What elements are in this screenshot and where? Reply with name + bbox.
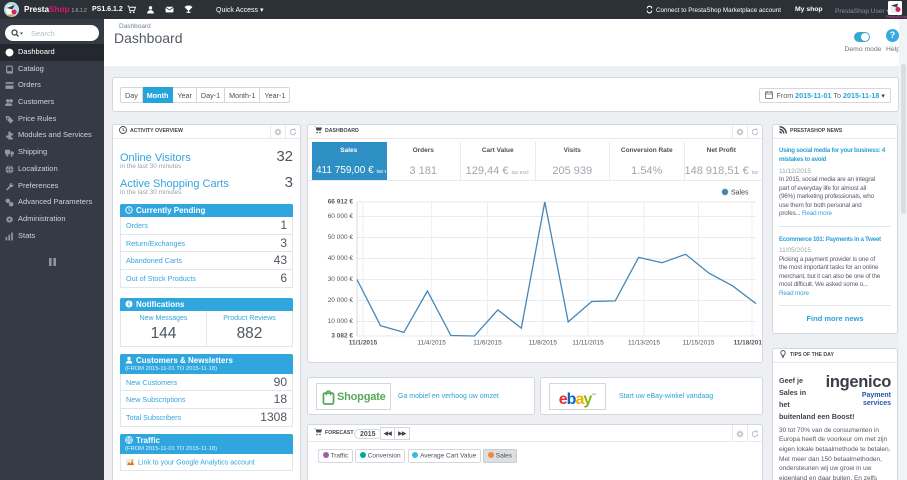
svg-text:11/1/2015: 11/1/2015 <box>349 340 378 347</box>
svg-text:60 000 €: 60 000 € <box>328 213 354 220</box>
svg-text:10 000 €: 10 000 € <box>328 318 354 325</box>
svg-text:50 000 €: 50 000 € <box>328 234 354 241</box>
svg-text:11/4/2015: 11/4/2015 <box>417 340 446 347</box>
svg-text:3 082 €: 3 082 € <box>331 333 353 340</box>
svg-text:11/6/2015: 11/6/2015 <box>473 340 502 347</box>
svg-text:11/13/2015: 11/13/2015 <box>628 340 660 347</box>
svg-text:66 912 €: 66 912 € <box>328 199 354 206</box>
svg-text:11/18/201: 11/18/201 <box>733 340 762 347</box>
svg-text:30 000 €: 30 000 € <box>328 276 354 283</box>
svg-text:11/11/2015: 11/11/2015 <box>572 340 604 347</box>
svg-text:11/15/2015: 11/15/2015 <box>682 340 714 347</box>
svg-text:40 000 €: 40 000 € <box>328 255 354 262</box>
svg-text:Sales: Sales <box>731 190 749 197</box>
svg-text:20 000 €: 20 000 € <box>328 297 354 304</box>
svg-text:11/8/2015: 11/8/2015 <box>529 340 558 347</box>
